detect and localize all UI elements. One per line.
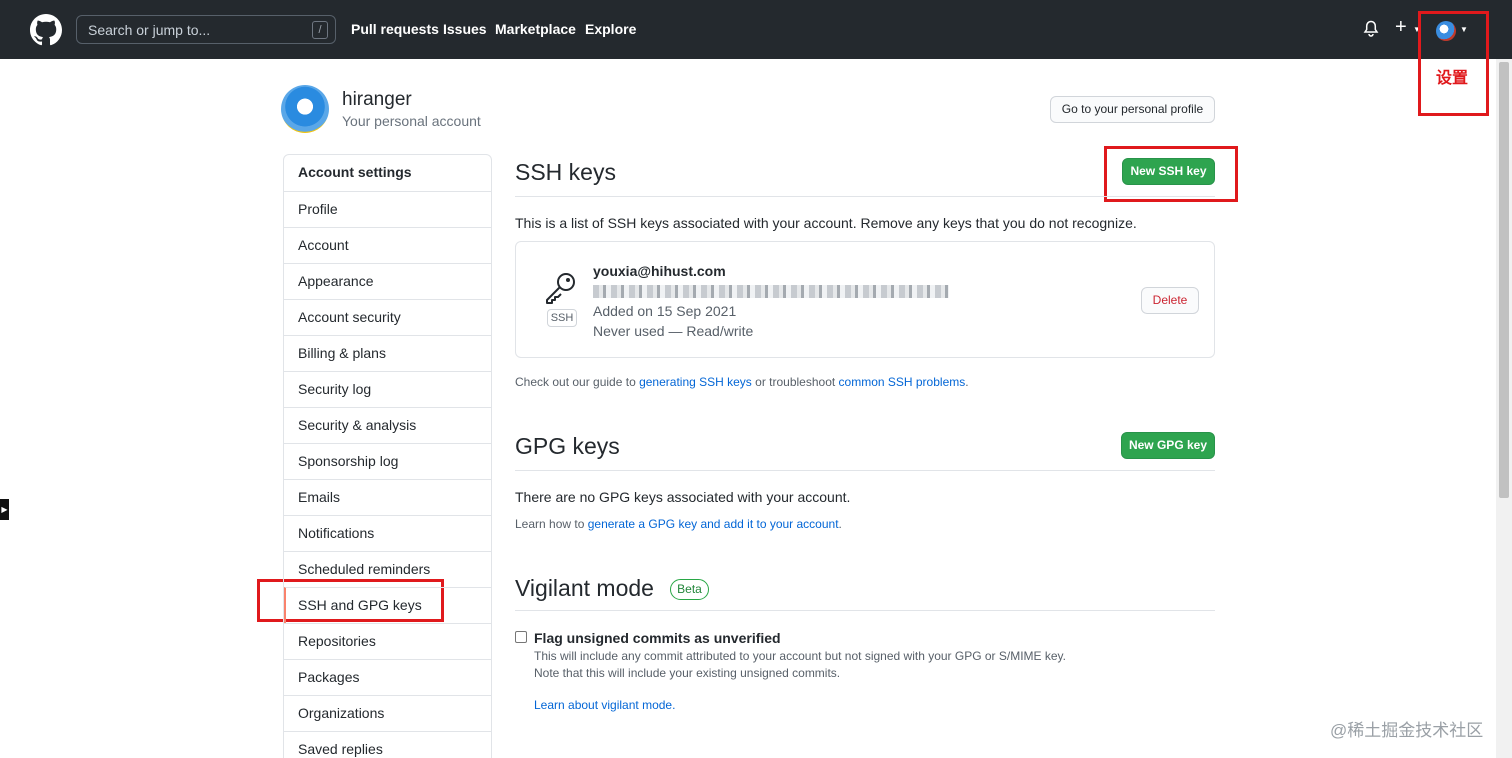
profile-avatar <box>281 85 329 133</box>
sidebar-item-emails[interactable]: Emails <box>284 479 491 515</box>
profile-username: hiranger <box>342 89 412 110</box>
github-logo-icon[interactable] <box>30 14 62 46</box>
ssh-description: This is a list of SSH keys associated wi… <box>515 215 1137 231</box>
sidebar-item-repositories[interactable]: Repositories <box>284 623 491 659</box>
gpg-learn-text: Learn how to generate a GPG key and add … <box>515 517 842 531</box>
ssh-key-item <box>515 241 1215 358</box>
side-panel-toggle-icon[interactable]: ▶ <box>0 499 9 520</box>
watermark-text: @稀土掘金技术社区 <box>1330 721 1484 740</box>
vigilant-description-1: This will include any commit attributed … <box>534 649 1067 663</box>
ssh-key-usage: Never used — Read/write <box>593 323 754 339</box>
common-ssh-problems-link[interactable]: common SSH problems <box>839 375 966 389</box>
new-ssh-key-button[interactable]: New SSH key <box>1122 158 1215 185</box>
ssh-key-title: youxia@hihust.com <box>593 263 726 279</box>
ssh-guide-middle: or troubleshoot <box>751 375 839 389</box>
annotation-settings-label: 设置 <box>1436 70 1469 87</box>
flag-unsigned-commits-checkbox[interactable] <box>515 631 527 643</box>
vigilant-mode-heading: Vigilant mode <box>515 575 654 601</box>
sidebar-item-profile[interactable]: Profile <box>284 191 491 227</box>
sidebar-item-notifications[interactable]: Notifications <box>284 515 491 551</box>
gpg-keys-heading: GPG keys <box>515 433 620 459</box>
ssh-key-added-date: Added on 15 Sep 2021 <box>593 303 737 319</box>
search-shortcut-badge: / <box>312 21 328 39</box>
flag-unsigned-commits-label[interactable]: Flag unsigned commits as unverified <box>534 630 781 646</box>
ssh-guide-text: Check out our guide to generating SSH ke… <box>515 375 969 389</box>
profile-subtitle: Your personal account <box>342 113 481 129</box>
sidebar-item-billing-plans[interactable]: Billing & plans <box>284 335 491 371</box>
create-new-plus-icon[interactable]: + <box>1395 17 1407 37</box>
ssh-guide-suffix: . <box>965 375 969 389</box>
sidebar-item-ssh-gpg-keys[interactable]: SSH and GPG keys <box>284 587 491 623</box>
sidebar-item-organizations[interactable]: Organizations <box>284 695 491 731</box>
sidebar-item-saved-replies[interactable]: Saved replies <box>284 731 491 758</box>
key-icon <box>546 273 575 304</box>
sidebar-item-scheduled-reminders[interactable]: Scheduled reminders <box>284 551 491 587</box>
sidebar-item-security-analysis[interactable]: Security & analysis <box>284 407 491 443</box>
search-input[interactable]: Search or jump to... / <box>76 15 336 44</box>
gpg-divider <box>515 470 1215 471</box>
nav-explore[interactable]: Explore <box>585 21 636 37</box>
ssh-keys-heading: SSH keys <box>515 159 616 185</box>
sidebar-item-sponsorship-log[interactable]: Sponsorship log <box>284 443 491 479</box>
gpg-empty-message: There are no GPG keys associated with yo… <box>515 489 851 505</box>
new-gpg-key-button[interactable]: New GPG key <box>1121 432 1215 459</box>
settings-sidebar: Account settings Profile Account Appeara… <box>283 154 492 758</box>
nav-issues[interactable]: Issues <box>443 21 487 37</box>
gpg-learn-suffix: . <box>838 517 842 531</box>
nav-pull-requests[interactable]: Pull requests <box>351 21 439 37</box>
notifications-bell-icon[interactable] <box>1363 20 1379 38</box>
ssh-guide-prefix: Check out our guide to <box>515 375 640 389</box>
go-to-profile-button[interactable]: Go to your personal profile <box>1050 96 1215 123</box>
nav-marketplace[interactable]: Marketplace <box>495 21 576 37</box>
sidebar-heading-account-settings: Account settings <box>298 164 412 180</box>
sidebar-item-packages[interactable]: Packages <box>284 659 491 695</box>
generate-gpg-key-link[interactable]: generate a GPG key and add it to your ac… <box>588 517 839 531</box>
beta-badge: Beta <box>670 579 709 600</box>
generating-ssh-keys-link[interactable]: generating SSH keys <box>639 375 752 389</box>
ssh-type-badge: SSH <box>547 309 577 327</box>
ssh-divider <box>515 196 1215 197</box>
gpg-learn-prefix: Learn how to <box>515 517 588 531</box>
delete-ssh-key-button[interactable]: Delete <box>1141 287 1199 314</box>
search-placeholder: Search or jump to... <box>88 22 211 38</box>
sidebar-item-security-log[interactable]: Security log <box>284 371 491 407</box>
scrollbar-thumb[interactable] <box>1499 62 1509 498</box>
vigilant-divider <box>515 610 1215 611</box>
learn-vigilant-mode-link[interactable]: Learn about vigilant mode. <box>534 698 675 712</box>
vigilant-description-2: Note that this will include your existin… <box>534 666 841 680</box>
ssh-key-fingerprint-redacted <box>593 285 949 298</box>
top-header: Search or jump to... / Pull requests Iss… <box>0 0 1512 59</box>
sidebar-item-appearance[interactable]: Appearance <box>284 263 491 299</box>
sidebar-item-account-security[interactable]: Account security <box>284 299 491 335</box>
sidebar-item-account[interactable]: Account <box>284 227 491 263</box>
